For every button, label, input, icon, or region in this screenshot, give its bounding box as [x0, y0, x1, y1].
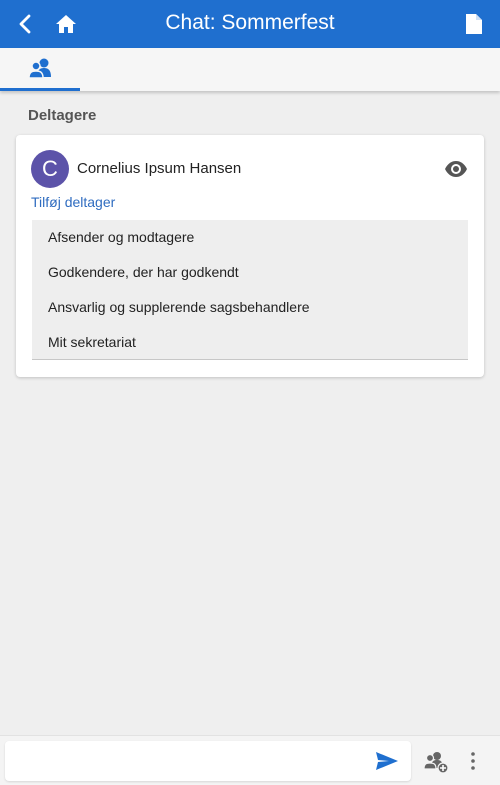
composer-bar	[0, 735, 500, 785]
document-icon	[466, 14, 482, 34]
send-icon	[376, 752, 398, 770]
add-person-icon	[423, 752, 449, 774]
home-icon	[56, 15, 76, 33]
back-button[interactable]	[12, 10, 40, 38]
home-button[interactable]	[52, 10, 80, 38]
people-icon	[28, 58, 51, 79]
menu-item-case-handlers[interactable]: Ansvarlig og supplerende sagsbehandlere	[32, 290, 468, 325]
page-title: Chat: Sommerfest	[165, 11, 335, 34]
participants-heading: Deltagere	[28, 107, 97, 124]
document-button[interactable]	[462, 10, 486, 38]
chevron-left-icon	[19, 14, 31, 34]
menu-item-approvers[interactable]: Godkendere, der har godkendt	[32, 255, 468, 290]
participant-group-menu: Afsender og modtagere Godkendere, der ha…	[32, 220, 468, 360]
participants-card: C Cornelius Ipsum Hansen Tilføj deltager…	[16, 135, 484, 377]
add-participant-link[interactable]: Tilføj deltager	[31, 194, 115, 210]
send-button[interactable]	[375, 751, 399, 771]
menu-item-senders-recipients[interactable]: Afsender og modtagere	[32, 220, 468, 255]
top-app-bar: Chat: Sommerfest	[0, 0, 500, 48]
message-input[interactable]	[5, 741, 411, 781]
tab-bar	[0, 48, 500, 91]
avatar: C	[31, 150, 69, 188]
menu-item-my-secretariat[interactable]: Mit sekretariat	[32, 325, 468, 360]
eye-icon	[445, 161, 467, 177]
view-participant-button[interactable]	[444, 159, 468, 179]
more-vertical-icon	[471, 752, 475, 770]
add-participant-button[interactable]	[423, 750, 449, 774]
tab-participants[interactable]	[0, 48, 80, 91]
participant-name: Cornelius Ipsum Hansen	[77, 160, 242, 177]
more-options-button[interactable]	[465, 750, 481, 772]
